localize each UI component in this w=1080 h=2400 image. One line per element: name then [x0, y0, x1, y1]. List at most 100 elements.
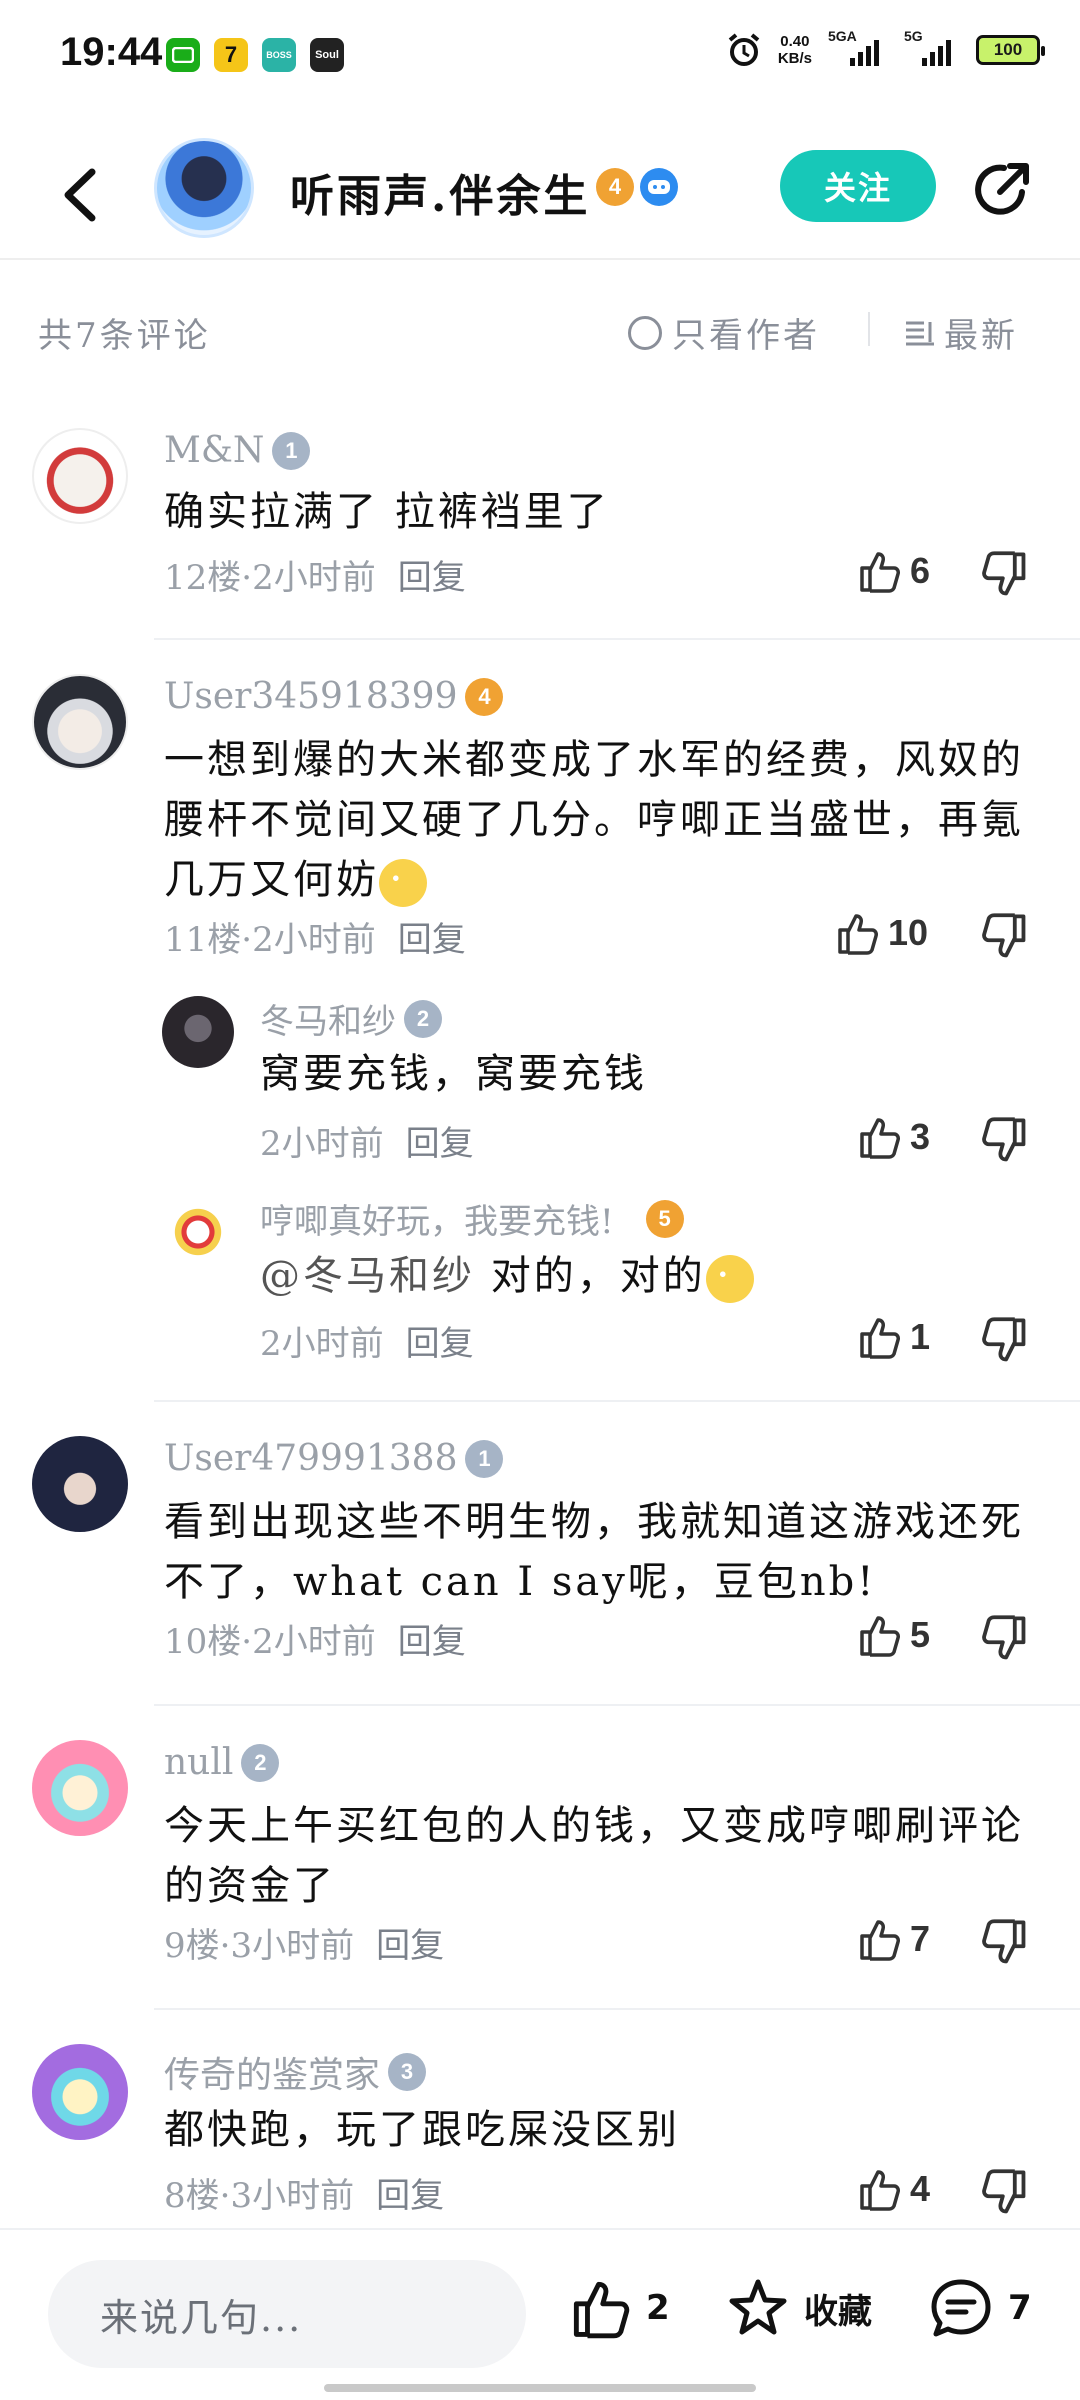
author-name[interactable]: 听雨声.伴余生 [290, 160, 590, 224]
thumbs-up-icon [860, 1616, 900, 1657]
like-button[interactable]: 7 [856, 1916, 930, 1962]
signal-5g-label: 5G [904, 28, 923, 44]
like-button[interactable]: 4 [856, 2166, 930, 2212]
thumbs-up-icon [860, 1318, 900, 1359]
comment-text: 确实拉满了 拉裤裆里了 [164, 489, 610, 535]
post-like-count: 2 [646, 2288, 670, 2328]
comment-username[interactable]: M&N 1 [164, 430, 311, 471]
sort-latest-button[interactable]: 最新 [904, 308, 1018, 357]
sort-bar: 共7条评论 只看作者 最新 [0, 290, 1080, 370]
reply-username[interactable]: 哼唧真好玩，我要充钱! 5 [260, 1194, 684, 1243]
reply-text: @冬马和纱 对的，对的 [260, 1246, 1040, 1306]
system-icons: 0.40 KB/s 5GA 5G 100 [726, 28, 1045, 68]
seven-app-icon: 7 [214, 38, 248, 72]
reply-user-avatar[interactable] [162, 996, 234, 1068]
battery-icon: 100 [976, 35, 1045, 65]
mention-link[interactable]: @冬马和纱 [260, 1253, 475, 1299]
like-count: 4 [910, 2168, 931, 2209]
favorite-button[interactable]: 收藏 [726, 2276, 872, 2340]
alarm-icon [728, 33, 760, 66]
status-bar: 19:44 7 BOSS Soul 0.40 KB/s 5GA 5G 100 [0, 0, 1080, 110]
author-avatar[interactable] [154, 138, 254, 238]
level-badge: 3 [388, 2053, 427, 2091]
comments-button[interactable]: 7 [928, 2276, 1032, 2340]
author-only-label: 只看作者 [672, 316, 820, 356]
network-speed: 0.40 KB/s [778, 33, 812, 67]
thumbs-up-icon [838, 914, 878, 955]
comment-username[interactable]: User479991388 1 [164, 1438, 504, 1479]
like-count: 1 [910, 1316, 931, 1357]
thumbs-down-icon[interactable] [980, 912, 1030, 962]
user-avatar[interactable] [32, 2044, 128, 2140]
smug-emoji-icon [705, 1255, 754, 1303]
soul-app-icon: Soul [310, 38, 344, 72]
like-button[interactable]: 3 [856, 1114, 930, 1160]
level-badge: 4 [596, 168, 634, 206]
like-button[interactable]: 1 [856, 1314, 930, 1360]
user-avatar[interactable] [32, 1740, 128, 1836]
reply-button[interactable]: 回复 [376, 1926, 444, 1966]
level-badge: 2 [241, 1743, 280, 1782]
like-button[interactable]: 6 [856, 548, 930, 594]
level-badge: 1 [272, 431, 311, 470]
reply-text: 窝要充钱，窝要充钱 [260, 1051, 647, 1097]
post-like-button[interactable]: 2 [568, 2276, 670, 2340]
shocked-emoji-icon [379, 859, 427, 907]
comment-text: 今天上午买红包的人的钱，又变成哼唧刷评论的资金了 [164, 1803, 1024, 1909]
reply-button[interactable]: 回复 [406, 1324, 474, 1364]
floor-time: 10楼·2小时前 [164, 1622, 376, 1662]
comment-meta: 12楼·2小时前 回复 [164, 550, 466, 599]
username-text: 哼唧真好玩，我要充钱! [260, 1202, 614, 1242]
notification-icons: 7 BOSS Soul [166, 38, 344, 72]
thumbs-down-icon[interactable] [980, 1614, 1030, 1664]
comment-meta: 11楼·2小时前 回复 [164, 912, 466, 961]
floor-time: 9楼·3小时前 [164, 1926, 355, 1966]
signal-5g-icon: 5G [904, 28, 960, 66]
reply-time: 2小时前 [260, 1124, 384, 1164]
home-indicator[interactable] [324, 2384, 756, 2392]
back-arrow-icon[interactable] [52, 160, 112, 230]
comment-username[interactable]: null 2 [164, 1742, 280, 1783]
username-text: null [164, 1742, 234, 1783]
comment-username[interactable]: 传奇的鉴赏家 3 [164, 2046, 427, 2098]
reply-user-avatar[interactable] [162, 1196, 234, 1268]
username-text: User479991388 [164, 1438, 458, 1479]
reply-username[interactable]: 冬马和纱 2 [260, 994, 442, 1043]
user-avatar[interactable] [32, 1436, 128, 1532]
reply-meta: 2小时前 回复 [260, 1116, 474, 1165]
reply-button[interactable]: 回复 [398, 1622, 466, 1662]
user-avatar[interactable] [32, 674, 128, 770]
reply-button[interactable]: 回复 [398, 558, 466, 598]
star-icon [729, 2279, 787, 2335]
floor-time: 11楼·2小时前 [164, 920, 376, 960]
thumbs-down-icon[interactable] [980, 2168, 1030, 2218]
sort-lines-icon [906, 321, 934, 345]
level-badge: 1 [465, 1439, 504, 1478]
status-time: 19:44 [60, 30, 163, 74]
share-icon[interactable] [970, 158, 1034, 222]
reply-meta: 2小时前 回复 [260, 1316, 474, 1365]
boss-app-icon: BOSS [262, 38, 296, 72]
reply-button[interactable]: 回复 [398, 920, 466, 960]
like-button[interactable]: 10 [834, 910, 928, 956]
comment-divider [154, 1704, 1080, 1706]
username-text: 冬马和纱 [260, 1002, 396, 1042]
level-badge: 2 [404, 999, 442, 1038]
username-text: M&N [164, 430, 265, 471]
author-badges: 4 [596, 168, 678, 206]
comment-input[interactable]: 来说几句... [48, 2260, 526, 2368]
like-button[interactable]: 5 [856, 1612, 930, 1658]
thumbs-down-icon[interactable] [980, 1918, 1030, 1968]
thumbs-down-icon[interactable] [980, 1316, 1030, 1366]
thumbs-down-icon[interactable] [980, 550, 1030, 600]
comment-text-body: 一想到爆的大米都变成了水军的经费，风奴的腰杆不觉间又硬了几分。哼唧正当盛世，再氪… [164, 737, 1024, 903]
author-only-toggle[interactable]: 只看作者 [628, 308, 820, 357]
thumbs-down-icon[interactable] [980, 1116, 1030, 1166]
comment-username[interactable]: User345918399 4 [164, 676, 504, 717]
reply-button[interactable]: 回复 [376, 2176, 444, 2216]
user-avatar[interactable] [32, 428, 128, 524]
like-count: 6 [910, 550, 931, 591]
net-speed-value: 0.40 [780, 33, 810, 50]
reply-button[interactable]: 回复 [406, 1124, 474, 1164]
follow-button[interactable]: 关注 [780, 150, 936, 222]
